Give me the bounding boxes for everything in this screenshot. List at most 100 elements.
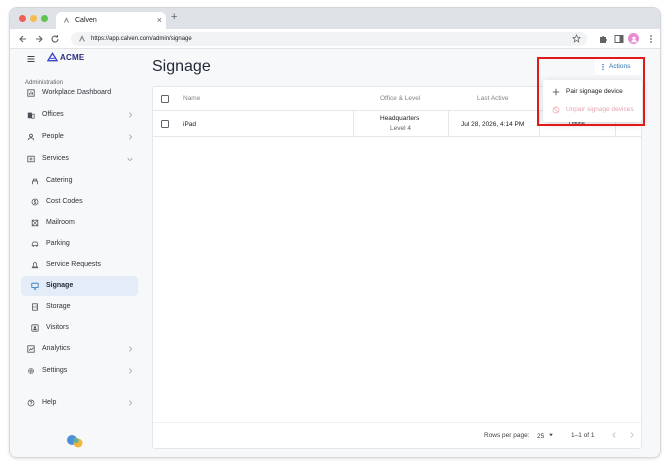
brand-name: ACME [60, 52, 85, 62]
row-checkbox[interactable] [161, 120, 169, 128]
sidebar-item-offices[interactable]: Offices [21, 105, 138, 125]
sidebar-item-cost-codes[interactable]: Cost Codes [21, 192, 138, 212]
cell-divider [539, 111, 540, 137]
forward-button[interactable] [32, 32, 46, 46]
app-container: ACME Administration Workplace Dashboard … [10, 49, 660, 457]
chevron-down-icon [127, 157, 133, 162]
arrow-left-icon [19, 35, 26, 43]
sidebar-item-parking[interactable]: Parking [21, 234, 138, 254]
menu-item-pair-signage-device[interactable]: Pair signage device [543, 83, 642, 101]
sidebar-item-analytics[interactable]: Analytics [21, 339, 138, 359]
sidebar-item-label: Analytics [42, 345, 71, 352]
sidebar-item-storage[interactable]: Storage [21, 297, 138, 317]
more-vertical-icon [602, 63, 604, 71]
sidebar-item-signage[interactable]: Signage [21, 276, 138, 296]
menu-item-unpair-signage-devices[interactable]: Unpair signage devices [543, 101, 642, 119]
sidebar-item-label: Services [42, 155, 69, 162]
gear-icon [28, 368, 34, 374]
column-header-office-level[interactable]: Office & Level [380, 95, 420, 102]
chevron-right-icon [128, 400, 133, 406]
browser-tab[interactable]: Calven × [56, 12, 166, 29]
sidebar-item-service-requests[interactable]: Service Requests [21, 255, 138, 275]
sidebar-item-workplace-dashboard[interactable]: Workplace Dashboard [21, 83, 138, 103]
analytics-icon [27, 345, 35, 353]
column-header-name[interactable]: Name [183, 95, 200, 102]
bell-icon [31, 262, 39, 269]
sidebar-item-label: Catering [46, 177, 73, 184]
services-icon [27, 155, 35, 163]
sidebar-item-mailroom[interactable]: Mailroom [21, 213, 138, 233]
maximize-window-button[interactable] [41, 15, 48, 22]
previous-page-button[interactable] [609, 430, 619, 440]
tab-strip: Calven × + [10, 8, 660, 29]
mailroom-icon [31, 219, 39, 227]
brand-logo[interactable]: ACME [47, 52, 84, 62]
chevron-right-icon [128, 134, 133, 140]
actions-dropdown-menu: Pair signage device Unpair signage devic… [543, 80, 642, 122]
visitor-icon [31, 324, 39, 332]
page-title: Signage [152, 58, 211, 75]
new-tab-button[interactable]: + [171, 11, 177, 23]
dollar-icon [31, 198, 39, 206]
extensions-button[interactable] [596, 32, 610, 46]
chevron-right-icon [128, 112, 133, 118]
cell-divider [448, 111, 449, 137]
sidebar-item-visitors[interactable]: Visitors [21, 318, 138, 338]
back-button[interactable] [16, 32, 30, 46]
actions-button-label: Actions [609, 63, 631, 70]
sidebar-item-label: Cost Codes [46, 198, 83, 205]
acme-logo-icon [47, 52, 58, 62]
sidebar-item-settings[interactable]: Settings [21, 361, 138, 381]
browser-toolbar: https://app.calven.com/admin/signage [10, 29, 660, 49]
device-name: iPad [183, 121, 197, 128]
sidebar-item-label: Help [42, 399, 57, 406]
profile-avatar[interactable] [628, 33, 639, 44]
sidebar-item-help[interactable]: Help [21, 393, 138, 413]
device-office: Headquarters [380, 115, 420, 122]
building-icon [27, 112, 35, 119]
sidebar-item-label: Storage [46, 303, 71, 310]
rows-per-page-select[interactable]: 25 [537, 432, 554, 440]
sidebar-item-catering[interactable]: Catering [21, 171, 138, 191]
plus-icon [552, 88, 560, 96]
sidebar-item-label: Workplace Dashboard [42, 89, 112, 96]
sidebar-item-services[interactable]: Services [21, 149, 138, 169]
next-page-button[interactable] [627, 430, 637, 440]
bookmark-star-icon[interactable] [572, 34, 581, 43]
pagination: Rows per page: 25 1–1 of 1 [153, 422, 641, 448]
sidebar-item-people[interactable]: People [21, 127, 138, 147]
catering-icon [32, 178, 38, 185]
browser-menu-button[interactable] [644, 32, 658, 46]
reload-icon [51, 35, 59, 43]
link-off-icon [552, 106, 560, 114]
menu-item-label: Pair signage device [566, 88, 623, 95]
browser-window: Calven × + https://app.calven.com/admin/… [9, 7, 661, 458]
sidebar-item-label: Settings [42, 367, 68, 374]
caret-down-icon [549, 433, 553, 437]
site-info-icon [79, 35, 85, 42]
address-bar[interactable]: https://app.calven.com/admin/signage [71, 32, 587, 46]
rows-per-page-value: 25 [537, 433, 545, 440]
puzzle-icon [600, 36, 607, 43]
hamburger-menu-icon[interactable] [26, 54, 36, 64]
close-window-button[interactable] [19, 15, 26, 22]
minimize-window-button[interactable] [30, 15, 37, 22]
tab-close-icon[interactable]: × [157, 12, 162, 29]
car-icon [31, 241, 39, 247]
sidebar-item-label: Visitors [46, 324, 69, 331]
select-all-checkbox[interactable] [161, 95, 169, 103]
side-panel-icon [614, 35, 624, 43]
device-level: Level 4 [390, 125, 411, 132]
cell-divider [353, 111, 354, 137]
column-header-last-active[interactable]: Last Active [477, 95, 508, 102]
tab-title: Calven [75, 17, 97, 24]
reload-button[interactable] [48, 32, 62, 46]
actions-button[interactable]: Actions [595, 59, 641, 75]
locker-icon [32, 303, 38, 311]
chevron-right-icon [630, 432, 634, 438]
side-panel-button[interactable] [612, 32, 626, 46]
avatar-icon [630, 36, 637, 42]
sidebar: ACME Administration Workplace Dashboard … [10, 49, 141, 457]
sidebar-item-label: Offices [42, 111, 64, 118]
help-icon [27, 399, 35, 407]
